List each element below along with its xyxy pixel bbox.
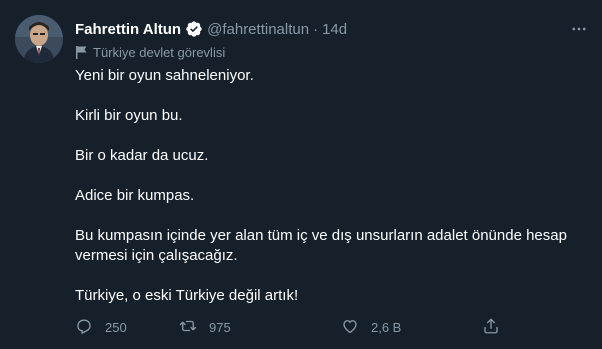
action-bar: 250 975 2,6 B (75, 317, 515, 337)
like-icon (341, 317, 359, 338)
display-name[interactable]: Fahrettin Altun (75, 21, 181, 38)
tweet-text: Yeni bir oyun sahneleniyor. Kirli bir oy… (75, 66, 580, 326)
retweet-button[interactable]: 975 (179, 317, 231, 338)
retweet-count: 975 (209, 319, 231, 335)
more-icon[interactable] (568, 18, 590, 40)
tweet[interactable]: Fahrettin Altun @fahrettinaltun · 14d Tü… (0, 0, 602, 349)
avatar[interactable] (15, 15, 63, 63)
reply-icon (75, 317, 93, 338)
government-label[interactable]: Türkiye devlet görevlisi (75, 43, 225, 61)
flag-icon (75, 45, 88, 59)
tweet-paragraph: Bir o kadar da ucuz. (75, 147, 209, 164)
reply-count: 250 (105, 319, 127, 335)
verified-icon (185, 20, 203, 38)
like-button[interactable]: 2,6 B (341, 317, 401, 338)
separator-dot: · (313, 20, 319, 38)
tweet-paragraph: Bu kumpasın içinde yer alan tüm iç ve dı… (75, 227, 567, 264)
share-button[interactable] (482, 317, 500, 338)
government-label-text: Türkiye devlet görevlisi (93, 44, 226, 60)
share-icon (482, 317, 500, 338)
timestamp[interactable]: 14d (322, 21, 347, 38)
reply-button[interactable]: 250 (75, 317, 127, 338)
retweet-icon (179, 317, 197, 338)
tweet-paragraph: Kirli bir oyun bu. (75, 107, 183, 124)
tweet-paragraph: Yeni bir oyun sahneleniyor. (75, 67, 254, 84)
tweet-paragraph: Türkiye, o eski Türkiye değil artık! (75, 287, 299, 304)
handle[interactable]: @fahrettinaltun (207, 21, 309, 38)
tweet-header: Fahrettin Altun @fahrettinaltun · 14d (75, 19, 347, 39)
tweet-paragraph: Adice bir kumpas. (75, 187, 195, 204)
like-count: 2,6 B (371, 319, 402, 335)
avatar-image (15, 15, 63, 63)
